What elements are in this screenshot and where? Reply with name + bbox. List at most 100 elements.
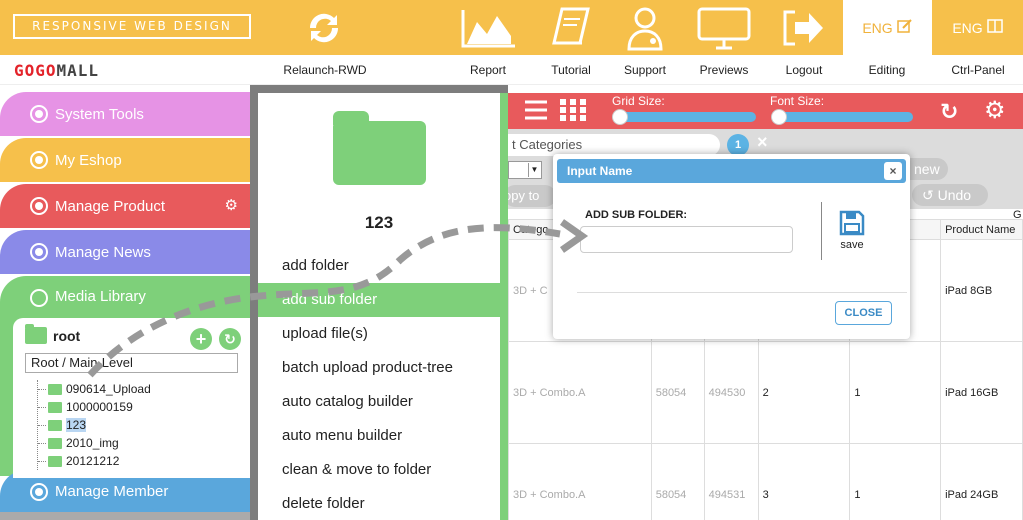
col-header-product-name[interactable]: Product Name — [940, 219, 1023, 240]
input-name-dialog: Input Name × ADD SUB FOLDER: save CLOSE — [553, 154, 910, 339]
refresh-icon[interactable] — [298, 4, 350, 52]
nav-previews-label[interactable]: Previews — [694, 63, 754, 77]
ctx-auto-menu[interactable]: auto menu builder — [258, 419, 500, 453]
font-size-slider[interactable] — [771, 109, 913, 125]
dialog-divider — [821, 202, 822, 260]
refresh-small-icon[interactable]: ↻ — [219, 328, 241, 350]
ctx-upload-files[interactable]: upload file(s) — [258, 317, 500, 351]
save-button[interactable]: save — [839, 210, 865, 251]
radio-dot-icon — [30, 151, 48, 169]
menu-manage-news[interactable]: Manage News — [0, 230, 250, 274]
menu-label: Media Library — [55, 288, 146, 305]
product-toolbar: Grid Size: Font Size: ↻ ⚙ — [508, 93, 1023, 129]
nav-report-label[interactable]: Report — [458, 63, 518, 77]
context-green-bar — [500, 93, 508, 520]
tree-item[interactable]: 1000000159 — [38, 398, 151, 416]
menu-system-tools[interactable]: System Tools — [0, 92, 250, 136]
eng-editing-label: ENG — [862, 19, 893, 36]
dialog-footer-divider — [577, 292, 907, 293]
grid-size-slider[interactable] — [612, 109, 756, 125]
tree-item[interactable]: 20121212 — [38, 452, 151, 470]
folder-icon — [25, 324, 47, 344]
nav-tutorial-label[interactable]: Tutorial — [541, 63, 601, 77]
gogomall-logo[interactable]: GOGOMALL — [14, 61, 99, 80]
doctor-icon[interactable] — [622, 4, 668, 52]
table-row[interactable]: 3D + Combo.A 58054 494531 3 1 iPad 24GB — [508, 443, 1023, 520]
dialog-title: Input Name — [567, 164, 633, 178]
book-icon[interactable] — [546, 4, 596, 52]
left-menu: System Tools My Eshop Manage Product ⚙ M… — [0, 92, 250, 520]
chart-icon[interactable] — [458, 4, 518, 52]
nav-ctrl-panel-label[interactable]: Ctrl-Panel — [940, 63, 1016, 77]
root-folder-row[interactable]: root — [25, 324, 80, 344]
dropdown-select[interactable]: ▼ — [508, 161, 542, 179]
folder-tree: 090614_Upload 1000000159 123 2010_img 20… — [37, 380, 151, 470]
undo-button[interactable]: ↺ Undo — [912, 184, 988, 206]
ctx-batch-upload[interactable]: batch upload product-tree — [258, 351, 500, 385]
dialog-close-icon[interactable]: × — [884, 162, 902, 180]
undo-icon: ↺ — [922, 187, 938, 203]
chevron-down-icon: ▼ — [528, 163, 540, 177]
ctx-delete-folder[interactable]: delete folder — [258, 487, 500, 520]
eng-ctrl-toggle[interactable]: ENG — [932, 0, 1023, 55]
eng-ctrl-label: ENG — [952, 19, 983, 36]
dialog-header: Input Name × — [557, 159, 906, 183]
grid-size-label: Grid Size: — [612, 94, 665, 108]
radio-dot-icon — [30, 197, 48, 215]
panel-frame-top — [250, 85, 508, 93]
menu-label: Manage Product — [55, 197, 166, 215]
eng-editing-toggle[interactable]: ENG — [843, 0, 932, 55]
folder-level-select[interactable]: Root / Main-Level — [25, 353, 238, 373]
close-button[interactable]: CLOSE — [835, 301, 892, 325]
add-folder-icon[interactable]: + — [190, 328, 212, 350]
menu-my-eshop[interactable]: My Eshop — [0, 138, 250, 182]
nav-editing-label[interactable]: Editing — [855, 63, 919, 77]
nav-support-label[interactable]: Support — [615, 63, 675, 77]
grid-icon[interactable] — [560, 99, 586, 124]
close-icon[interactable]: × — [757, 132, 768, 153]
font-size-label: Font Size: — [770, 94, 825, 108]
tree-item-selected[interactable]: 123 — [38, 416, 151, 434]
refresh-icon[interactable]: ↻ — [940, 99, 958, 125]
top-bar: RESPONSIVE WEB DESIGN ENG ENG — [0, 0, 1023, 55]
sub-folder-label: ADD SUB FOLDER: — [585, 209, 688, 221]
folder-icon — [48, 455, 62, 467]
panel-frame-left — [250, 85, 258, 520]
gear-icon[interactable]: ⚙ — [984, 96, 1006, 125]
logout-arrow-icon[interactable] — [780, 4, 828, 52]
radio-dot-icon — [30, 483, 48, 501]
nav-relaunch-label[interactable]: Relaunch-RWD — [270, 63, 380, 77]
tree-item[interactable]: 2010_img — [38, 434, 151, 452]
folder-icon — [48, 437, 62, 449]
rwd-badge[interactable]: RESPONSIVE WEB DESIGN — [13, 14, 251, 39]
categories-tab[interactable]: t Categories — [508, 134, 720, 156]
ctx-auto-catalog[interactable]: auto catalog builder — [258, 385, 500, 419]
menu-label: Manage Member — [55, 482, 169, 500]
folder-icon — [48, 383, 62, 395]
menu-manage-product[interactable]: Manage Product ⚙ — [0, 184, 250, 228]
save-label: save — [840, 239, 864, 251]
menu-label: System Tools — [55, 105, 144, 123]
menu-label: My Eshop — [55, 151, 122, 169]
ctx-clean-move[interactable]: clean & move to folder — [258, 453, 500, 487]
ctx-add-sub-folder[interactable]: add sub folder — [258, 283, 500, 317]
nav-logout-label[interactable]: Logout — [774, 63, 834, 77]
slider-knob[interactable] — [771, 109, 787, 125]
monitor-icon[interactable] — [695, 4, 753, 52]
ctx-add-folder[interactable]: add folder — [258, 249, 500, 283]
gear-icon[interactable]: ⚙ — [225, 196, 238, 214]
edit-icon — [896, 18, 913, 37]
copy-to-button[interactable]: opy to — [508, 185, 556, 207]
nav-label-bar: GOGOMALL Relaunch-RWD Report Tutorial Su… — [0, 55, 1023, 85]
tree-item[interactable]: 090614_Upload — [38, 380, 151, 398]
folder-icon — [48, 401, 62, 413]
panel-icon — [986, 18, 1003, 37]
media-library-panel: root + ↻ Root / Main-Level 090614_Upload… — [13, 318, 250, 478]
folder-large-icon — [333, 111, 426, 185]
folder-name: 123 — [364, 213, 394, 232]
sub-folder-name-input[interactable] — [580, 226, 793, 253]
slider-knob[interactable] — [612, 109, 628, 125]
hamburger-icon[interactable] — [524, 99, 548, 124]
radio-dot-icon — [30, 105, 48, 123]
table-row[interactable]: 3D + Combo.A 58054 494530 2 1 iPad 16GB — [508, 341, 1023, 444]
